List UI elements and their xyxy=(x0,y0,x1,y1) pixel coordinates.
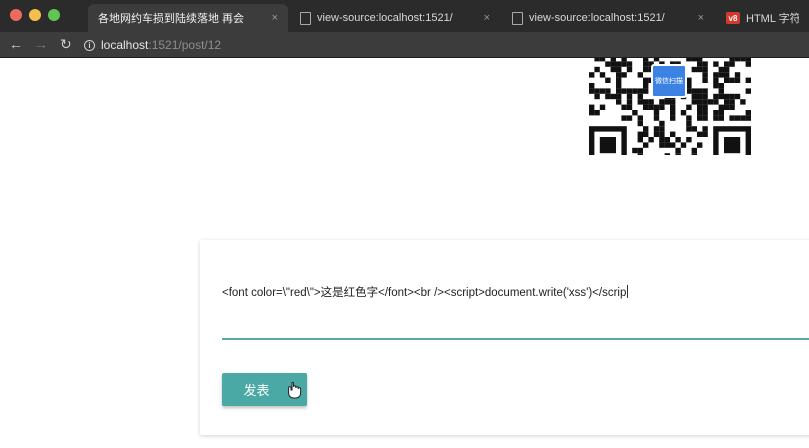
url-host: localhost xyxy=(101,38,149,52)
tab-active[interactable]: 各地网约车损到陆续落地 再会 × xyxy=(88,4,288,32)
text-caret xyxy=(627,285,629,298)
page-icon xyxy=(300,11,311,25)
tab-view-source-2[interactable]: view-source:localhost:1521/ × xyxy=(502,4,714,32)
page-icon xyxy=(512,11,523,25)
browser-tab-bar: 各地网约车损到陆续落地 再会 × view-source:localhost:1… xyxy=(0,0,809,32)
tab-html-entities[interactable]: v8 HTML 字符实 xyxy=(716,4,809,32)
tab-title: HTML 字符实 xyxy=(746,13,799,25)
qr-code: 微信扫描 xyxy=(589,58,751,155)
browser-toolbar: ← → ↻ i localhost:1521/post/12 xyxy=(0,32,809,58)
reload-icon[interactable]: ↻ xyxy=(60,36,72,52)
qr-badge: 微信扫描 xyxy=(651,64,687,98)
maximize-window-icon[interactable] xyxy=(48,9,60,21)
url-path: :1521/post/12 xyxy=(148,38,222,52)
tab-close-icon[interactable]: × xyxy=(484,12,490,24)
address-bar[interactable]: i localhost:1521/post/12 xyxy=(84,35,809,55)
tab-close-icon[interactable]: × xyxy=(272,12,278,24)
tab-view-source-1[interactable]: view-source:localhost:1521/ × xyxy=(290,4,500,32)
tab-close-icon[interactable]: × xyxy=(698,12,704,24)
comment-input-value: <font color=\"red\">这是红色字</font><br /><s… xyxy=(222,287,627,299)
comment-form-card: <font color=\"red\">这是红色字</font><br /><s… xyxy=(200,240,809,435)
tab-title: view-source:localhost:1521/ xyxy=(529,12,665,24)
back-arrow-icon[interactable]: ← xyxy=(9,36,23,52)
tab-title: view-source:localhost:1521/ xyxy=(317,12,453,24)
close-window-icon[interactable] xyxy=(10,9,22,21)
info-icon[interactable]: i xyxy=(84,39,95,51)
hand-cursor-icon xyxy=(288,381,302,399)
forward-arrow-icon[interactable]: → xyxy=(34,36,48,52)
input-underline xyxy=(222,338,809,340)
comment-input[interactable]: <font color=\"red\">这是红色字</font><br /><s… xyxy=(222,284,629,300)
v8-favicon-icon: v8 xyxy=(726,12,740,24)
minimize-window-icon[interactable] xyxy=(29,9,41,21)
tab-title: 各地网约车损到陆续落地 再会 xyxy=(98,13,245,25)
